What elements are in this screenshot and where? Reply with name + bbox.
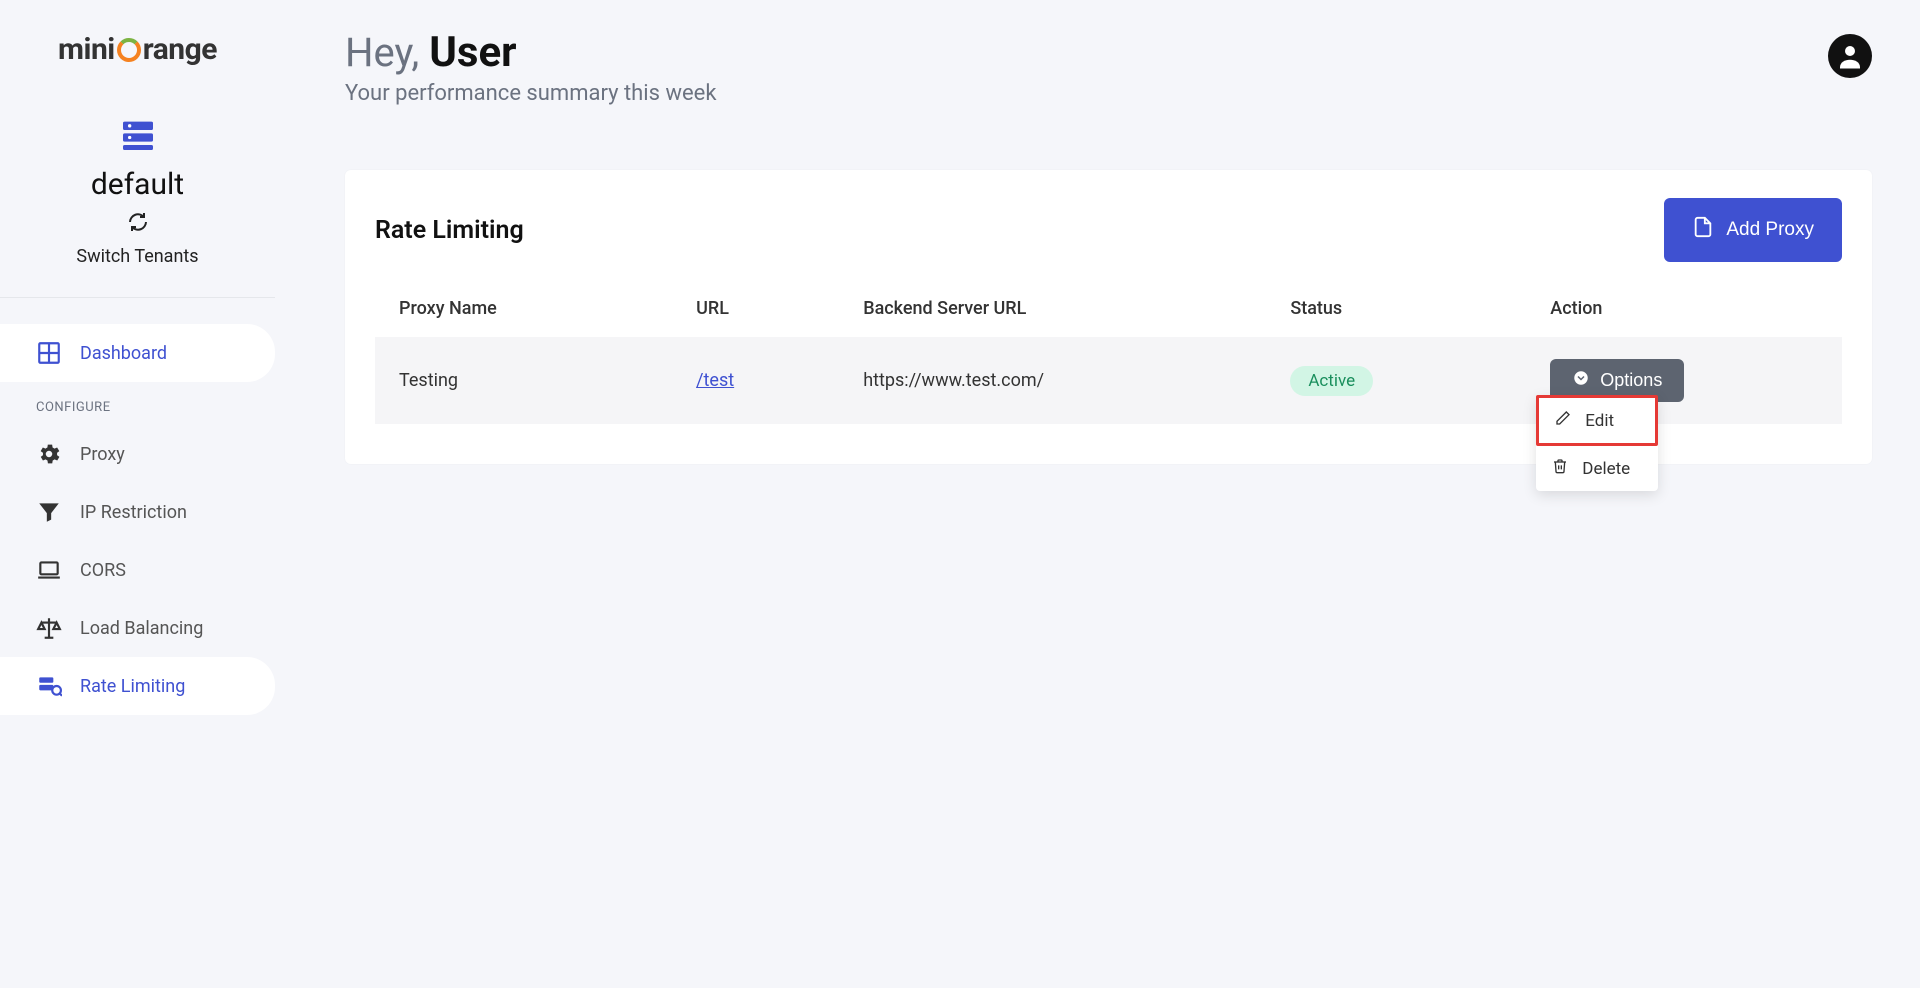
funnel-icon xyxy=(36,499,62,525)
sidebar-item-label: Proxy xyxy=(80,444,125,465)
sidebar-configure-heading: CONFIGURE xyxy=(0,382,275,425)
greeting-username: User xyxy=(429,28,516,77)
dropdown-edit[interactable]: Edit xyxy=(1536,395,1658,446)
col-action: Action xyxy=(1526,280,1842,337)
user-avatar-button[interactable] xyxy=(1828,34,1872,78)
col-url: URL xyxy=(672,280,839,337)
sidebar-item-ip-restriction[interactable]: IP Restriction xyxy=(0,483,275,541)
sidebar-item-label: CORS xyxy=(80,560,126,581)
sidebar-item-label: IP Restriction xyxy=(80,502,187,523)
dropdown-delete[interactable]: Delete xyxy=(1536,446,1658,491)
cell-proxy-name: Testing xyxy=(375,337,672,424)
sidebar-item-cors[interactable]: CORS xyxy=(0,541,275,599)
server-stack-icon xyxy=(118,115,158,159)
sidebar-item-load-balancing[interactable]: Load Balancing xyxy=(0,599,275,657)
rate-limiting-card: Rate Limiting Add Proxy Proxy Name URL xyxy=(345,170,1872,464)
sidebar-item-dashboard[interactable]: Dashboard xyxy=(0,324,275,382)
rate-limiting-icon xyxy=(36,673,62,699)
cell-backend-url: https://www.test.com/ xyxy=(839,337,1266,424)
file-plus-icon xyxy=(1692,214,1714,246)
sync-icon[interactable] xyxy=(126,210,150,238)
logo-o-accent-icon xyxy=(117,38,141,62)
sidebar-item-rate-limiting[interactable]: Rate Limiting xyxy=(0,657,275,715)
grid-icon xyxy=(36,340,62,366)
col-proxy-name: Proxy Name xyxy=(375,280,672,337)
add-proxy-button[interactable]: Add Proxy xyxy=(1664,198,1842,262)
switch-tenants-link[interactable]: Switch Tenants xyxy=(76,246,198,267)
sidebar-item-label: Load Balancing xyxy=(80,618,203,639)
row-options-dropdown: Edit Delete xyxy=(1536,395,1658,491)
pencil-icon xyxy=(1555,410,1571,431)
greeting-subtitle: Your performance summary this week xyxy=(345,81,716,106)
trash-icon xyxy=(1552,458,1568,479)
status-badge: Active xyxy=(1290,366,1373,396)
tenant-name: default xyxy=(91,167,184,202)
dropdown-delete-label: Delete xyxy=(1582,459,1630,479)
options-button-label: Options xyxy=(1600,370,1662,391)
chevron-up-icon xyxy=(1572,369,1590,392)
gear-icon xyxy=(36,441,62,467)
sidebar-item-label: Rate Limiting xyxy=(80,676,185,697)
table-row: Testing /test https://www.test.com/ Acti… xyxy=(375,337,1842,424)
scale-icon xyxy=(36,615,62,641)
sidebar: minirange default Switch Tenants Dashboa… xyxy=(0,0,275,988)
add-proxy-button-label: Add Proxy xyxy=(1726,219,1814,241)
page-title: Rate Limiting xyxy=(375,216,524,245)
col-status: Status xyxy=(1266,280,1526,337)
dropdown-edit-label: Edit xyxy=(1585,411,1614,431)
laptop-icon xyxy=(36,557,62,583)
sidebar-item-label: Dashboard xyxy=(80,343,167,364)
col-backend: Backend Server URL xyxy=(839,280,1266,337)
sidebar-item-proxy[interactable]: Proxy xyxy=(0,425,275,483)
brand-logo: minirange xyxy=(0,24,275,91)
greeting-prefix: Hey, xyxy=(345,29,419,76)
proxies-table: Proxy Name URL Backend Server URL Status… xyxy=(375,280,1842,424)
cell-url-link[interactable]: /test xyxy=(696,370,734,391)
